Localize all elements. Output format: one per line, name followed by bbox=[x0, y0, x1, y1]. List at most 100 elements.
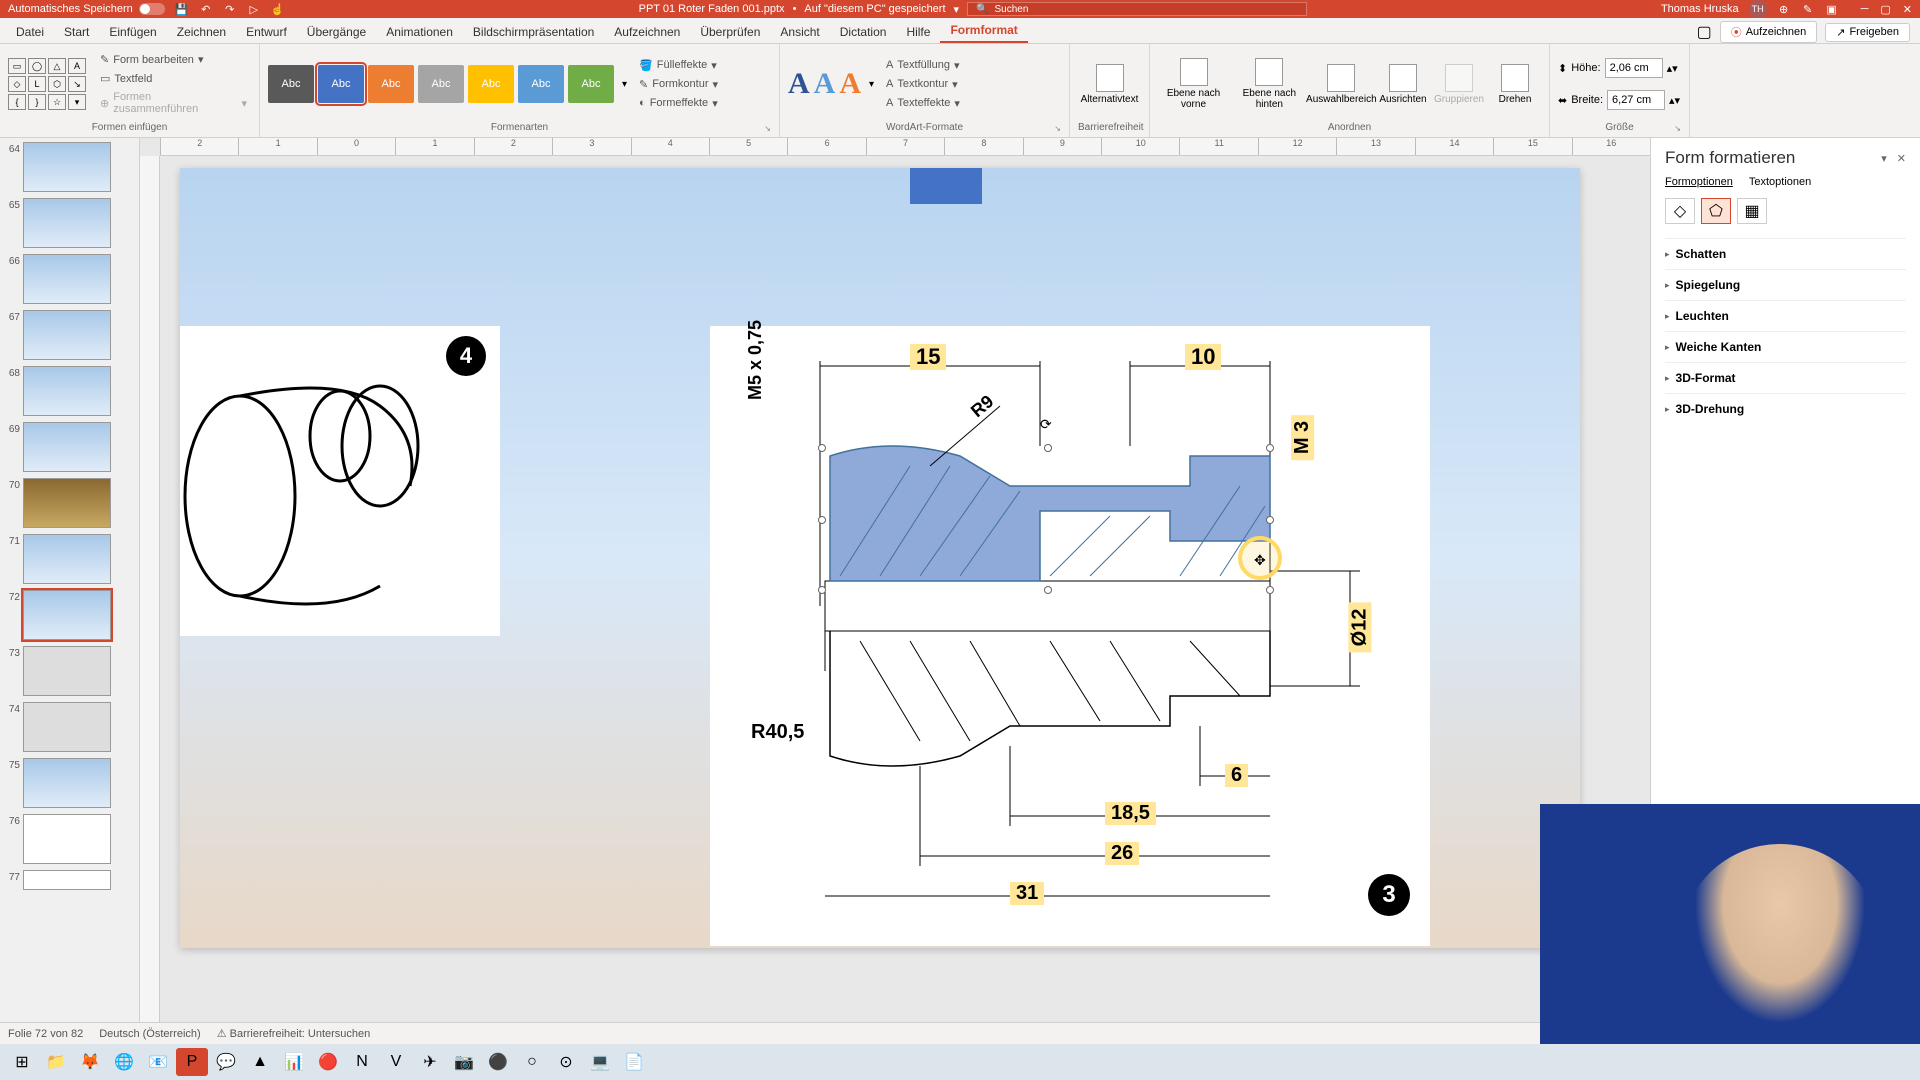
search-input[interactable]: 🔍 Suchen bbox=[967, 2, 1307, 16]
texteffects-button[interactable]: A Texteffekte ▾ bbox=[882, 95, 964, 112]
slide-thumb[interactable] bbox=[23, 142, 111, 192]
slide-thumb[interactable] bbox=[23, 646, 111, 696]
textfill-button[interactable]: A Textfüllung ▾ bbox=[882, 57, 964, 74]
section-3d-drehung[interactable]: 3D-Drehung bbox=[1665, 393, 1906, 424]
tab-ueberpruefen[interactable]: Überprüfen bbox=[690, 21, 770, 43]
touch-icon[interactable]: ☝ bbox=[271, 2, 285, 16]
collapse-ribbon-icon[interactable]: ▢ bbox=[1697, 22, 1712, 42]
app-icon[interactable]: 🔴 bbox=[312, 1048, 344, 1076]
pane-options-icon[interactable]: ▾ bbox=[1881, 152, 1887, 165]
alttext-button[interactable]: Alternativtext bbox=[1078, 62, 1141, 107]
wordart-2[interactable]: A bbox=[814, 67, 836, 101]
edit-shape-button[interactable]: ✎ Form bearbeiten ▾ bbox=[96, 51, 251, 68]
outlook-icon[interactable]: 📧 bbox=[142, 1048, 174, 1076]
chrome-icon[interactable]: 🌐 bbox=[108, 1048, 140, 1076]
style-swatch-2[interactable]: Abc bbox=[318, 65, 364, 103]
size-props-icon[interactable]: ▦ bbox=[1737, 198, 1767, 224]
tab-dictation[interactable]: Dictation bbox=[830, 21, 897, 43]
effects-button[interactable]: ◐ Formeffekte ▾ bbox=[635, 95, 722, 112]
maximize-icon[interactable]: ▢ bbox=[1880, 3, 1890, 16]
share-button[interactable]: ↗Freigeben bbox=[1825, 23, 1910, 42]
wordart-1[interactable]: A bbox=[788, 67, 810, 101]
app-icon[interactable]: 💻 bbox=[584, 1048, 616, 1076]
app-icon[interactable]: 💬 bbox=[210, 1048, 242, 1076]
onenote-icon[interactable]: N bbox=[346, 1048, 378, 1076]
slide-thumb[interactable] bbox=[23, 422, 111, 472]
shape-4-panel[interactable]: 4 bbox=[180, 326, 500, 636]
slide-thumb-active[interactable] bbox=[23, 590, 111, 640]
styles-dialog-icon[interactable]: ↘ bbox=[764, 124, 771, 133]
textoutline-button[interactable]: A Textkontur ▾ bbox=[882, 76, 964, 93]
minimize-icon[interactable]: ─ bbox=[1861, 3, 1869, 16]
selection-handle[interactable] bbox=[1266, 516, 1274, 524]
redo-icon[interactable]: ↷ bbox=[223, 2, 237, 16]
app-icon[interactable]: 📊 bbox=[278, 1048, 310, 1076]
selection-handle[interactable] bbox=[1266, 586, 1274, 594]
tab-bildschirmpraesentation[interactable]: Bildschirmpräsentation bbox=[463, 21, 604, 43]
slide-canvas-area[interactable]: 21012345678910111213141516 4 bbox=[140, 138, 1650, 1058]
slide-thumb[interactable] bbox=[23, 702, 111, 752]
record-button[interactable]: ⦿Aufzeichnen bbox=[1720, 21, 1818, 43]
styles-more-icon[interactable]: ▾ bbox=[622, 79, 627, 90]
selection-handle[interactable] bbox=[1044, 586, 1052, 594]
wordart-dialog-icon[interactable]: ↘ bbox=[1054, 124, 1061, 133]
selection-handle[interactable] bbox=[1266, 444, 1274, 452]
app-icon[interactable]: 📄 bbox=[618, 1048, 650, 1076]
visio-icon[interactable]: V bbox=[380, 1048, 412, 1076]
tab-ansicht[interactable]: Ansicht bbox=[770, 21, 829, 43]
selection-handle[interactable] bbox=[1044, 444, 1052, 452]
height-input[interactable] bbox=[1605, 58, 1663, 78]
user-name[interactable]: Thomas Hruska bbox=[1661, 3, 1739, 15]
accessibility-check[interactable]: ⚠ Barrierefreiheit: Untersuchen bbox=[217, 1027, 371, 1040]
tab-uebergaenge[interactable]: Übergänge bbox=[297, 21, 376, 43]
rotate-handle-icon[interactable]: ⟳ bbox=[1040, 416, 1052, 433]
tab-aufzeichnen[interactable]: Aufzeichnen bbox=[604, 21, 690, 43]
language-indicator[interactable]: Deutsch (Österreich) bbox=[99, 1028, 200, 1040]
textfield-button[interactable]: ▭ Textfeld bbox=[96, 70, 251, 87]
slideshow-icon[interactable]: ▷ bbox=[247, 2, 261, 16]
vlc-icon[interactable]: ▲ bbox=[244, 1048, 276, 1076]
saved-location[interactable]: Auf "diesem PC" gespeichert bbox=[804, 3, 945, 15]
fill-line-icon[interactable]: ◇ bbox=[1665, 198, 1695, 224]
slide-counter[interactable]: Folie 72 von 82 bbox=[8, 1028, 83, 1040]
style-swatch-6[interactable]: Abc bbox=[518, 65, 564, 103]
align-button[interactable]: Ausrichten bbox=[1377, 62, 1429, 107]
textoptionen-tab[interactable]: Textoptionen bbox=[1749, 176, 1811, 188]
start-icon[interactable]: ⊞ bbox=[6, 1048, 38, 1076]
fill-button[interactable]: 🪣 Fülleffekte ▾ bbox=[635, 57, 722, 74]
section-leuchten[interactable]: Leuchten bbox=[1665, 300, 1906, 331]
cloud-icon[interactable]: ⊕ bbox=[1777, 2, 1791, 16]
width-input[interactable] bbox=[1607, 90, 1665, 110]
slide-thumb[interactable] bbox=[23, 478, 111, 528]
style-swatch-3[interactable]: Abc bbox=[368, 65, 414, 103]
outline-button[interactable]: ✎ Formkontur ▾ bbox=[635, 76, 722, 93]
sync-icon[interactable]: ✎ bbox=[1801, 2, 1815, 16]
selection-handle[interactable] bbox=[818, 516, 826, 524]
app-icon[interactable]: ⊙ bbox=[550, 1048, 582, 1076]
section-3d-format[interactable]: 3D-Format bbox=[1665, 362, 1906, 393]
telegram-icon[interactable]: ✈ bbox=[414, 1048, 446, 1076]
section-spiegelung[interactable]: Spiegelung bbox=[1665, 269, 1906, 300]
section-schatten[interactable]: Schatten bbox=[1665, 238, 1906, 269]
rotate-button[interactable]: Drehen bbox=[1489, 62, 1541, 107]
wordart-3[interactable]: A bbox=[839, 67, 861, 101]
explorer-icon[interactable]: 📁 bbox=[40, 1048, 72, 1076]
save-icon[interactable]: 💾 bbox=[175, 2, 189, 16]
tab-zeichnen[interactable]: Zeichnen bbox=[167, 21, 236, 43]
slide[interactable]: 4 bbox=[180, 168, 1580, 948]
window-icon[interactable]: ▣ bbox=[1825, 2, 1839, 16]
shape-gallery[interactable]: ▭◯△A ◇L⬡↘ {}☆▾ bbox=[8, 58, 86, 110]
selection-pane-button[interactable]: Auswahlbereich bbox=[1310, 62, 1373, 107]
undo-icon[interactable]: ↶ bbox=[199, 2, 213, 16]
selection-handle[interactable] bbox=[818, 444, 826, 452]
slide-thumb[interactable] bbox=[23, 870, 111, 890]
bring-forward-button[interactable]: Ebene nach vorne bbox=[1158, 56, 1229, 112]
formoptionen-tab[interactable]: Formoptionen bbox=[1665, 176, 1733, 188]
tab-formformat[interactable]: Formformat bbox=[940, 19, 1027, 43]
slide-thumb[interactable] bbox=[23, 366, 111, 416]
user-avatar[interactable]: TH bbox=[1749, 0, 1767, 18]
slide-thumb[interactable] bbox=[23, 198, 111, 248]
pane-close-icon[interactable]: ✕ bbox=[1897, 152, 1906, 165]
autosave-toggle[interactable]: Automatisches Speichern bbox=[8, 3, 165, 15]
slide-thumb[interactable] bbox=[23, 534, 111, 584]
